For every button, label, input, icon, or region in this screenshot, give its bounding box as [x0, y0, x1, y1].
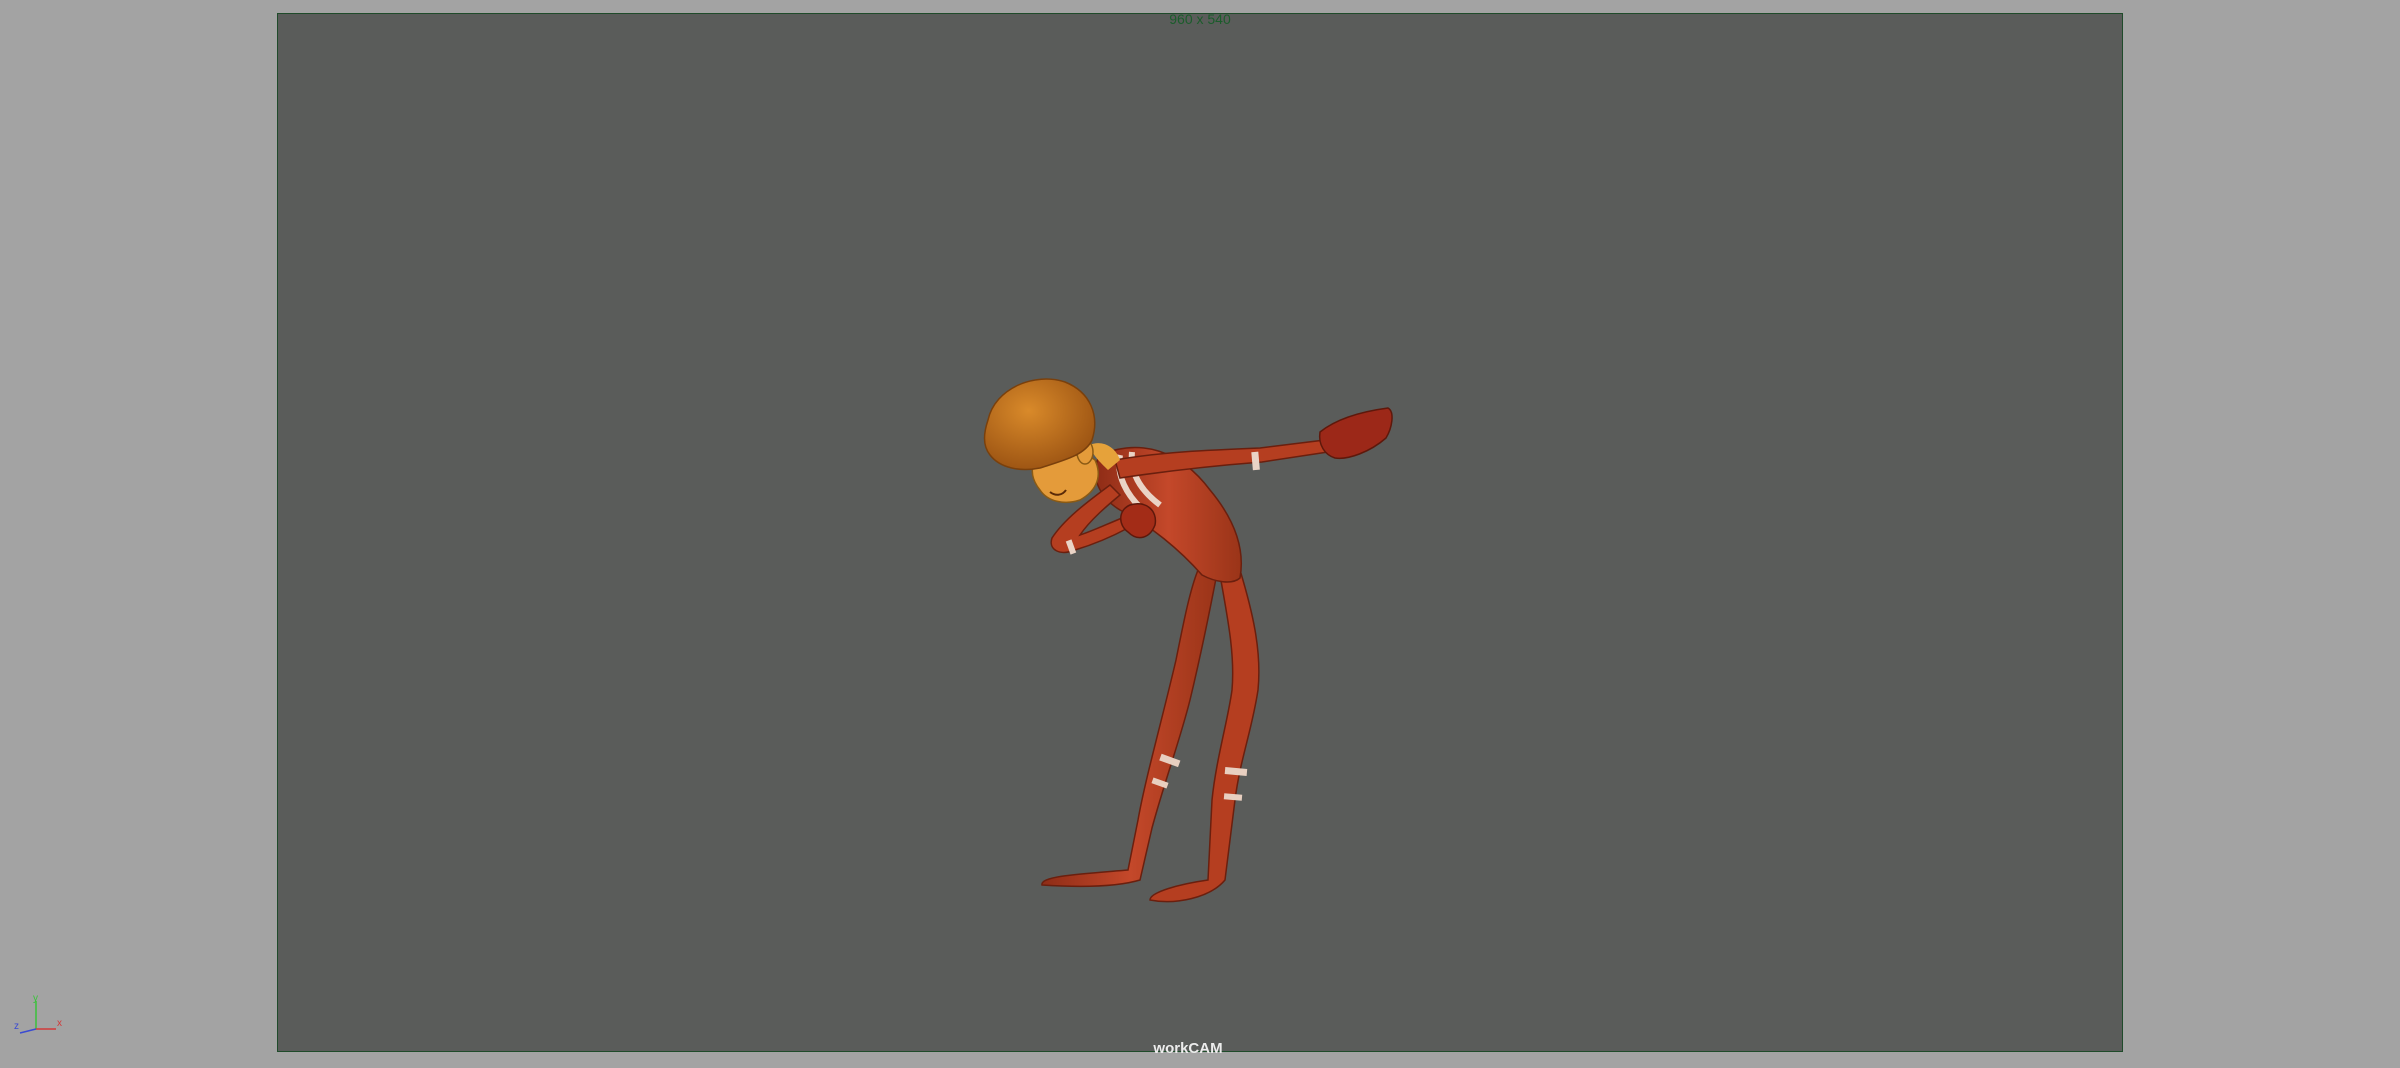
character-hand-bent: [1120, 503, 1157, 539]
character-leg-back: [1041, 567, 1219, 888]
camera-name-label: workCAM: [1153, 1040, 1223, 1057]
resolution-gate-label: 960 x 540: [1169, 11, 1231, 27]
axis-y-label: y: [33, 995, 38, 1004]
character-model[interactable]: [940, 360, 1410, 920]
axis-z-label: z: [14, 1021, 19, 1032]
character-arm-extended: [1114, 439, 1329, 479]
axis-x-label: x: [57, 1018, 62, 1029]
axis-gizmo-icon: x y z: [14, 995, 62, 1034]
character-hand-extended: [1318, 407, 1393, 460]
viewport-3d[interactable]: 960 x 540 workCAM x y z: [0, 0, 2400, 1068]
